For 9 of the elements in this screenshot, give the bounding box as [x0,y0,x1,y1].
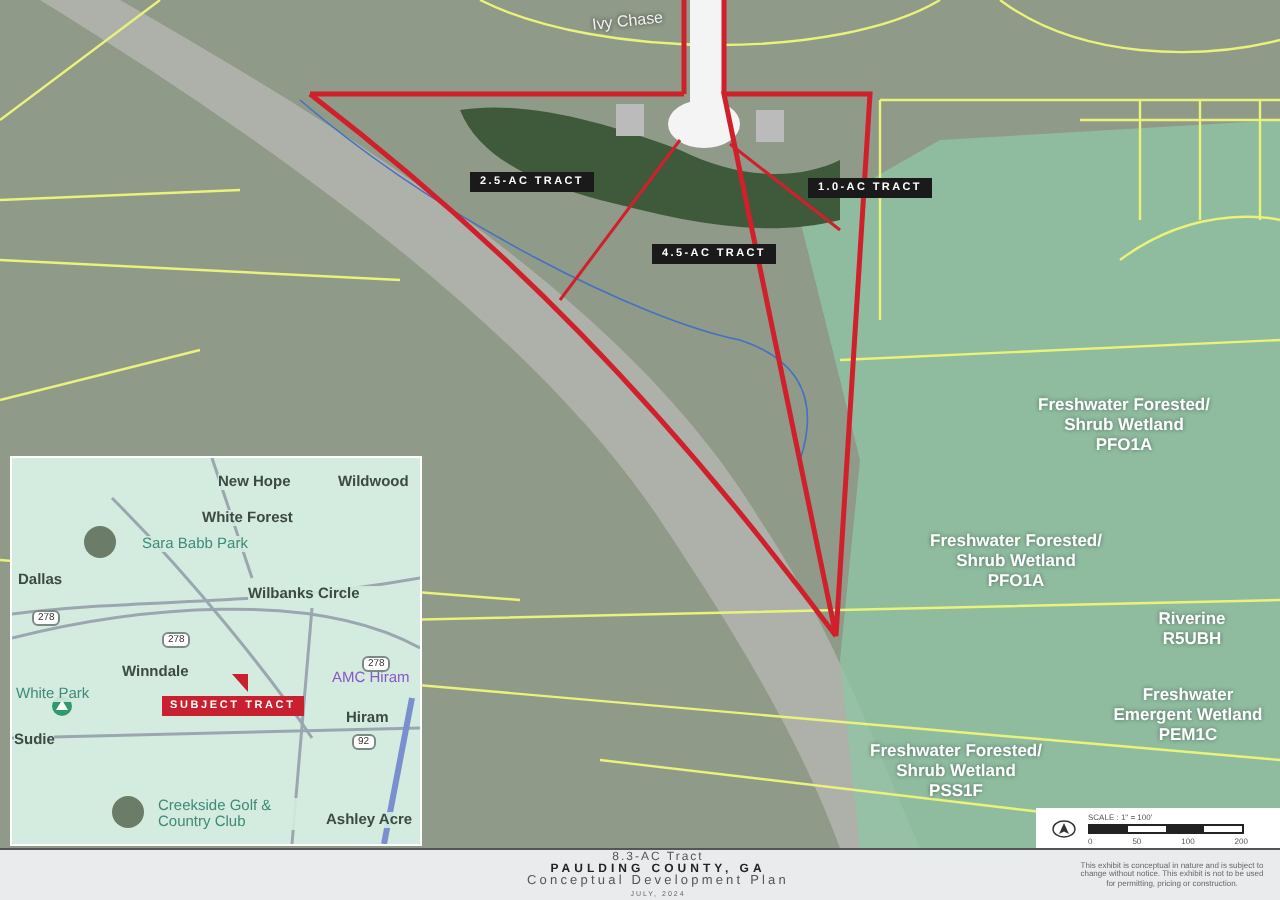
location-marker-icon [232,674,248,692]
wetland-label: Freshwater Emergent Wetland PEM1C [1113,684,1263,744]
park-photo-placeholder [84,526,116,558]
wetland-label: Freshwater Forested/ Shrub Wetland PFO1A [1038,394,1210,454]
wetland-label: Freshwater Forested/ Shrub Wetland PFO1A [930,530,1102,590]
wetland-label: Riverine R5UBH [1158,608,1226,648]
wetland-label: Freshwater Forested/ Shrub Wetland PSS1F [870,740,1042,800]
park-photo-placeholder [112,796,144,828]
street-label: Ivy Chase [591,8,664,34]
